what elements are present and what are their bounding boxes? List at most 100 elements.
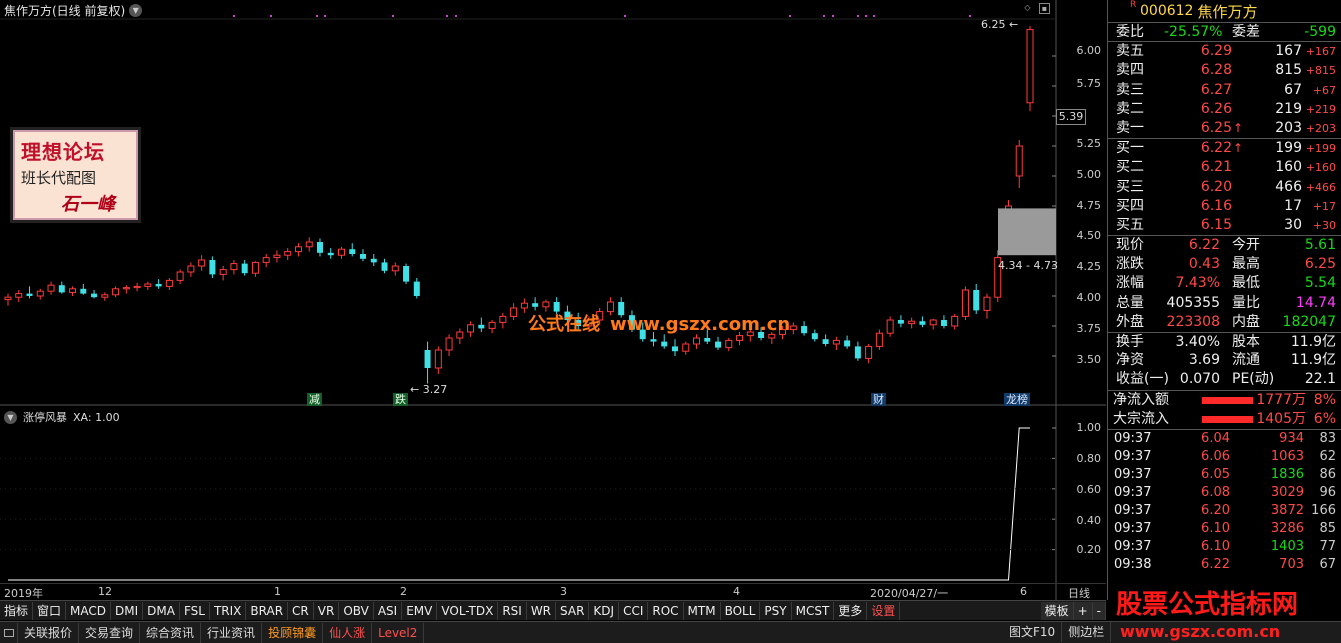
stat-label: 外盘 [1116, 313, 1144, 330]
signal-dot [316, 15, 318, 17]
sell-order-row[interactable]: 卖三 6.27 67 +67 [1108, 81, 1341, 100]
candle-body-down [155, 284, 162, 287]
tab-psy[interactable]: PSY [760, 601, 792, 620]
tab-macd[interactable]: MACD [66, 601, 112, 620]
buy-order-row[interactable]: 买五 6.15 30 +30 [1108, 216, 1341, 235]
period-label[interactable]: 日线 [1068, 585, 1090, 601]
window-toggle-icon[interactable]: ▪ [1039, 3, 1050, 14]
candle-body-up [499, 315, 507, 323]
tab-kdj[interactable]: KDJ [589, 601, 620, 620]
sell-order-row[interactable]: 卖二 6.26 219 +219 [1108, 100, 1341, 119]
tab-vr[interactable]: VR [314, 601, 340, 620]
tab-wr[interactable]: WR [527, 601, 557, 620]
tab-dma[interactable]: DMA [143, 601, 180, 620]
tab-vol-tdx[interactable]: VOL-TDX [437, 601, 499, 620]
tick-time: 09:37 [1114, 448, 1152, 464]
candle-body-up [273, 254, 281, 259]
zoom-out-button[interactable]: - [1092, 601, 1106, 620]
f10-button[interactable]: 图文F10 [1003, 622, 1063, 642]
tab-dmi[interactable]: DMI [111, 601, 144, 620]
event-tag-drop[interactable]: 跌 [393, 393, 408, 406]
level2-button[interactable]: Level2 [372, 622, 425, 643]
candle-body-down [973, 290, 980, 311]
diamond-icon[interactable]: ◇ [1022, 3, 1033, 14]
event-tag-dragon-list[interactable]: 龙榜 [1004, 393, 1030, 406]
site-watermark: 公式在线 www.gszx.com.cn [528, 310, 790, 336]
weicha-label: 委差 [1232, 24, 1260, 40]
tab-mtm[interactable]: MTM [684, 601, 721, 620]
related-quote-button[interactable]: 关联报价 [18, 622, 80, 643]
tab-obv[interactable]: OBV [339, 601, 374, 620]
template-button[interactable]: 模板 [1040, 601, 1074, 620]
tab-indicator[interactable]: 指标 [0, 601, 34, 620]
buy-order-row[interactable]: 买三 6.20 466 +466 [1108, 178, 1341, 197]
tab-more[interactable]: 更多 [834, 601, 868, 620]
candle-body-up [789, 325, 797, 331]
candle-body-down [241, 263, 248, 274]
event-tag-reduce[interactable]: 减 [307, 393, 322, 406]
weibi-value: -25.57% [1164, 24, 1223, 40]
order-change: +67 [1312, 83, 1336, 97]
tab-trix[interactable]: TRIX [210, 601, 247, 620]
indicator-name[interactable]: 涨停风暴 [23, 409, 67, 425]
stat-value: 6.22 [1188, 237, 1220, 254]
candle-body-up [832, 339, 840, 345]
tab-mcst[interactable]: MCST [792, 601, 835, 620]
xa-indicator-line [8, 427, 1030, 581]
sell-order-row[interactable]: 卖四 6.28 815 +815 [1108, 61, 1341, 80]
tab-rsi[interactable]: RSI [498, 601, 527, 620]
stock-name[interactable]: 焦作万方 [1197, 1, 1257, 22]
tab-asi[interactable]: ASI [374, 601, 403, 620]
tick-price: 6.10 [1201, 520, 1230, 536]
xianren-button[interactable]: 仙人涨 [323, 622, 373, 643]
signal-dot [832, 15, 834, 17]
range-label: 4.34 - 4.73 [998, 259, 1058, 272]
tab-brar[interactable]: BRAR [246, 601, 289, 620]
candle-body-up [542, 301, 550, 308]
tick-volume: 934 [1279, 430, 1304, 446]
order-level-label: 卖五 [1116, 43, 1144, 60]
tab-window[interactable]: 窗口 [33, 601, 67, 620]
order-volume: 815 [1275, 62, 1302, 79]
tab-roc[interactable]: ROC [648, 601, 684, 620]
chevron-down-icon[interactable]: ▼ [4, 410, 17, 424]
stock-code[interactable]: 000612 [1140, 3, 1193, 19]
flow-percent: 6% [1313, 410, 1336, 427]
zoom-in-button[interactable]: + [1073, 601, 1093, 620]
stat-value: 0.43 [1188, 256, 1220, 273]
candle-body-up [187, 265, 195, 273]
advisor-tips-button[interactable]: 投顾锦囊 [262, 622, 324, 643]
candle-body-up [69, 288, 77, 293]
industry-news-button[interactable]: 行业资讯 [201, 622, 263, 643]
trade-query-button[interactable]: 交易查询 [79, 622, 141, 643]
buy-order-row[interactable]: 买四 6.16 17 +17 [1108, 197, 1341, 216]
sell-order-row[interactable]: 卖一 6.25 ↑ 203 +203 [1108, 119, 1341, 138]
tab-emv[interactable]: EMV [402, 601, 438, 620]
tab-settings[interactable]: 设置 [867, 601, 901, 620]
date-tick: 12 [98, 585, 112, 598]
tab-fsl[interactable]: FSL [180, 601, 210, 620]
tab-cr[interactable]: CR [288, 601, 314, 620]
r-badge: R [1130, 0, 1137, 10]
window-icon[interactable] [0, 622, 18, 643]
tick-time: 09:37 [1114, 520, 1152, 536]
sell-order-row[interactable]: 卖五 6.29 167 +167 [1108, 42, 1341, 61]
sidebar-button[interactable]: 侧边栏 [1062, 622, 1112, 642]
order-change: +160 [1305, 161, 1336, 175]
event-tag-finance[interactable]: 财 [871, 393, 886, 406]
kline-svg[interactable] [0, 0, 1106, 600]
candle-body-down [822, 339, 829, 344]
tab-boll[interactable]: BOLL [721, 601, 761, 620]
indicator-tick: 0.40 [1076, 514, 1102, 527]
tick-volume: 1403 [1270, 538, 1304, 554]
tab-cci[interactable]: CCI [619, 601, 649, 620]
candle-body-down [715, 341, 722, 348]
order-volume: 160 [1275, 159, 1302, 176]
chevron-down-icon[interactable]: ▼ [129, 4, 143, 17]
general-news-button[interactable]: 综合资讯 [140, 622, 202, 643]
buy-order-row[interactable]: 买二 6.21 160 +160 [1108, 158, 1341, 177]
price-tick: 6.00 [1076, 44, 1102, 57]
kline-chart-area[interactable]: 焦作万方(日线 前复权) ▼ ◇ ▪ 理想论坛 班长代配图 石一峰 公式在线 ww… [0, 0, 1106, 600]
buy-order-row[interactable]: 买一 6.22 ↑ 199 +199 [1108, 139, 1341, 158]
tab-sar[interactable]: SAR [556, 601, 590, 620]
